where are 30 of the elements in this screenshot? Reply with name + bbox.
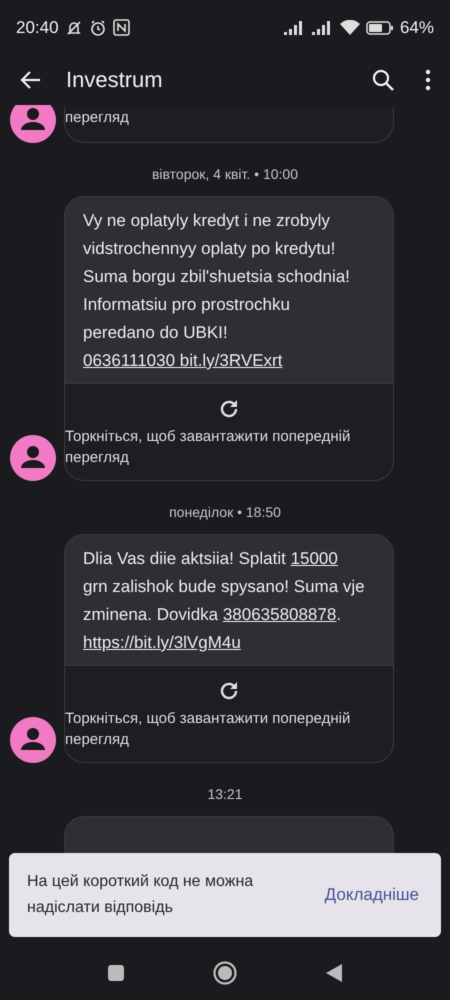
preview-caption[interactable]: перегляд bbox=[65, 107, 129, 132]
message-text: Vy ne oplatyly kredyt i ne zrobyly vidstrochennyy oplaty po kredytu! Suma borgu zbil'shuetsia schodnia! Informatsiu pro prostrochku peredano do UBKI! 0636111030 bit.ly/3RVExrt bbox=[82, 210, 351, 372]
recents-icon[interactable] bbox=[107, 964, 125, 982]
message-timestamp: вівторок, 4 квіт. • 10:00 bbox=[152, 166, 298, 182]
battery-percent: 64% bbox=[400, 18, 434, 38]
back-icon[interactable] bbox=[325, 962, 343, 982]
learn-more-button[interactable]: Докладніше bbox=[324, 879, 419, 911]
search-icon[interactable] bbox=[372, 69, 394, 91]
message-timestamp: понеділок • 18:50 bbox=[169, 504, 281, 520]
clock-time: 20:40 bbox=[16, 18, 59, 38]
muted-bell-icon bbox=[64, 18, 83, 36]
back-arrow-icon[interactable] bbox=[20, 69, 42, 91]
avatar-icon bbox=[10, 717, 56, 763]
wifi-icon bbox=[340, 20, 360, 35]
alarm-icon bbox=[88, 18, 107, 36]
link[interactable]: 15000 bbox=[290, 549, 338, 568]
avatar-icon bbox=[10, 435, 56, 481]
battery-icon bbox=[366, 20, 394, 34]
snackbar-message: На цей короткий код не можна надіслати відповідь bbox=[27, 872, 254, 918]
home-icon[interactable] bbox=[213, 960, 237, 984]
link[interactable]: 0636111030 bbox=[83, 351, 176, 370]
message-timestamp: 13:21 bbox=[207, 786, 243, 802]
link[interactable]: https://bit.ly/3lVgM4u bbox=[83, 633, 241, 652]
message-text: Dlia Vas diie aktsiia! Splatit 15000 grn zalishok bude spysano! Suma vje zminena. Dovidka 380635808878. https://bit.ly/3lVgM4u bbox=[82, 548, 366, 654]
link[interactable]: bit.ly/3RVExrt bbox=[175, 351, 282, 370]
refresh-icon[interactable] bbox=[218, 398, 240, 420]
nfc-icon bbox=[112, 19, 130, 36]
refresh-icon[interactable] bbox=[218, 680, 240, 702]
conversation-title: Investrum bbox=[66, 67, 164, 93]
link[interactable]: 380635808878 bbox=[222, 605, 336, 624]
